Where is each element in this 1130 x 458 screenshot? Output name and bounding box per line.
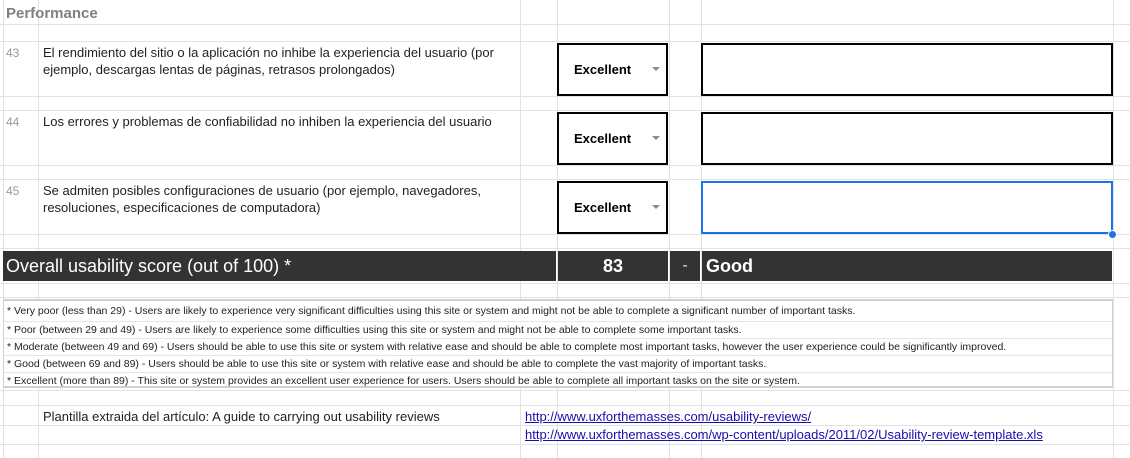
legend-line-very-poor: * Very poor (less than 29) - Users are l… bbox=[7, 305, 856, 317]
grid-line bbox=[0, 165, 1130, 166]
comment-cell[interactable] bbox=[701, 112, 1113, 165]
rating-dropdown[interactable]: Excellent bbox=[557, 112, 668, 165]
divider bbox=[4, 338, 1112, 339]
row-number: 44 bbox=[6, 115, 20, 129]
legend-line-excellent: * Excellent (more than 89) - This site o… bbox=[7, 375, 800, 387]
criterion-text[interactable]: El rendimiento del sitio o la aplicación… bbox=[43, 44, 513, 78]
criterion-text[interactable]: Se admiten posibles configuraciones de u… bbox=[43, 182, 513, 216]
overall-score-label: Overall usability score (out of 100) * bbox=[3, 251, 556, 281]
grid-line bbox=[0, 405, 1130, 406]
section-title: Performance bbox=[6, 5, 98, 22]
comment-cell[interactable] bbox=[701, 43, 1113, 96]
overall-score-value[interactable]: 83 bbox=[558, 251, 668, 281]
legend-line-poor: * Poor (between 29 and 49) - Users are l… bbox=[7, 324, 742, 336]
overall-score-rating[interactable]: Good bbox=[702, 251, 1112, 281]
dropdown-arrow-icon bbox=[652, 67, 660, 71]
grid-line bbox=[0, 110, 1130, 111]
grid-line bbox=[0, 179, 1130, 180]
dropdown-arrow-icon bbox=[652, 205, 660, 209]
rating-value: Excellent bbox=[574, 131, 632, 146]
rating-value: Excellent bbox=[574, 200, 632, 215]
source-link-article[interactable]: http://www.uxforthemasses.com/usability-… bbox=[525, 409, 811, 424]
grid-line bbox=[0, 425, 1130, 426]
divider bbox=[4, 355, 1112, 356]
row-number: 45 bbox=[6, 184, 20, 198]
row-number: 43 bbox=[6, 46, 20, 60]
grid-line bbox=[0, 41, 1130, 42]
comment-cell-selected[interactable] bbox=[701, 181, 1113, 234]
rating-value: Excellent bbox=[574, 62, 632, 77]
rating-dropdown[interactable]: Excellent bbox=[557, 181, 668, 234]
grid-line bbox=[0, 390, 1130, 391]
dropdown-arrow-icon bbox=[652, 136, 660, 140]
source-label: Plantilla extraida del artículo: A guide… bbox=[43, 409, 440, 424]
score-separator: - bbox=[670, 251, 700, 281]
criterion-text[interactable]: Los errores y problemas de confiabilidad… bbox=[43, 113, 513, 130]
source-link-template[interactable]: http://www.uxforthemasses.com/wp-content… bbox=[525, 427, 1043, 442]
selection-fill-handle[interactable] bbox=[1108, 230, 1117, 239]
grid-line bbox=[0, 24, 1130, 25]
legend-line-good: * Good (between 69 and 89) - Users shoul… bbox=[7, 358, 767, 370]
grid-line bbox=[0, 96, 1130, 97]
divider bbox=[4, 372, 1112, 373]
rating-dropdown[interactable]: Excellent bbox=[557, 43, 668, 96]
grid-line bbox=[0, 297, 1130, 298]
grid-line bbox=[0, 234, 1130, 235]
divider bbox=[4, 321, 1112, 322]
grid-line bbox=[0, 248, 1130, 249]
grid-line bbox=[0, 444, 1130, 445]
grid-line bbox=[0, 283, 1130, 284]
score-legend: * Very poor (less than 29) - Users are l… bbox=[3, 299, 1113, 388]
legend-line-moderate: * Moderate (between 49 and 69) - Users s… bbox=[7, 341, 1007, 353]
